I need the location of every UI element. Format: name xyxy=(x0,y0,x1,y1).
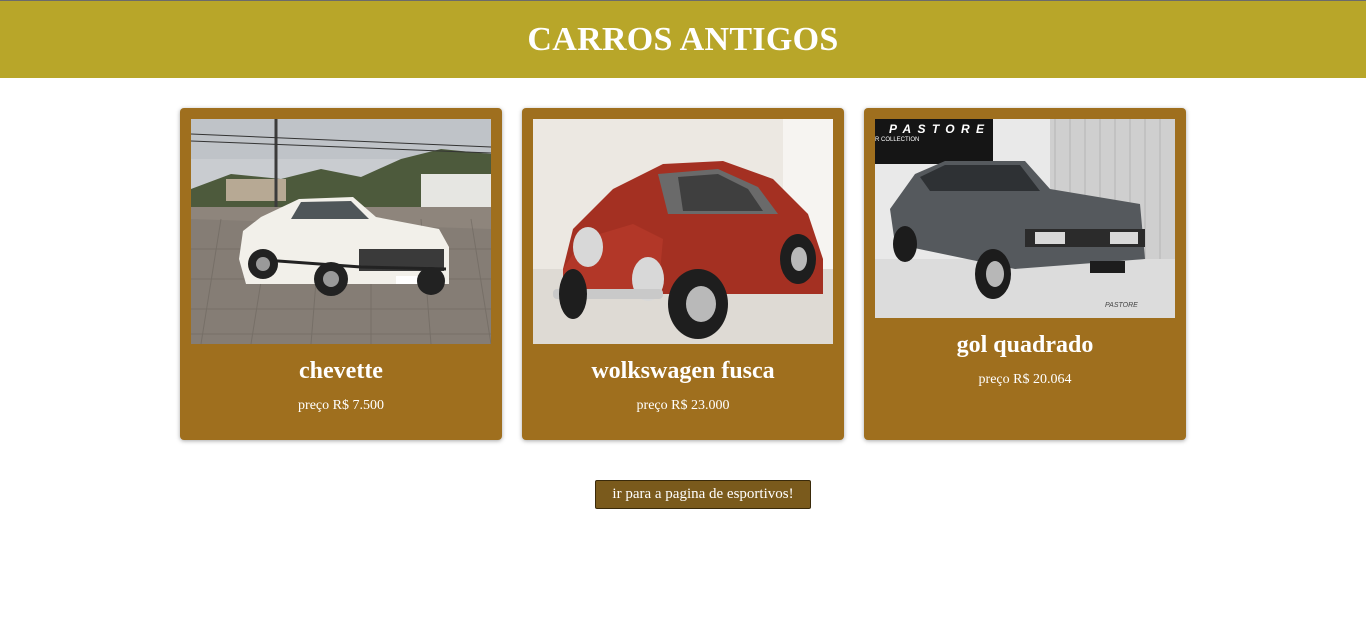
car-name: gol quadrado xyxy=(956,332,1094,358)
car-price: preço R$ 7.500 xyxy=(298,398,384,413)
car-price: preço R$ 20.064 xyxy=(978,372,1072,387)
car-card-gol: PASTORE R COLLECTION PASTORE gol quadrad… xyxy=(864,108,1186,440)
car-price: preço R$ 23.000 xyxy=(636,398,730,413)
go-to-sports-cars-button[interactable]: ir para a pagina de esportivos! xyxy=(595,480,811,509)
car-photo-chevette xyxy=(191,119,491,344)
page-header: CARROS ANTIGOS xyxy=(0,0,1366,78)
car-card-fusca: wolkswagen fusca preço R$ 23.000 xyxy=(522,108,844,440)
page-title: CARROS ANTIGOS xyxy=(527,20,839,58)
car-card-chevette: chevette preço R$ 7.500 xyxy=(180,108,502,440)
svg-text:PASTORE: PASTORE xyxy=(1105,302,1138,309)
car-name: wolkswagen fusca xyxy=(591,358,775,384)
car-photo-fusca xyxy=(533,119,833,344)
svg-text:R COLLECTION: R COLLECTION xyxy=(875,137,919,143)
car-photo-gol: PASTORE R COLLECTION PASTORE xyxy=(875,119,1175,318)
car-name: chevette xyxy=(299,358,383,384)
